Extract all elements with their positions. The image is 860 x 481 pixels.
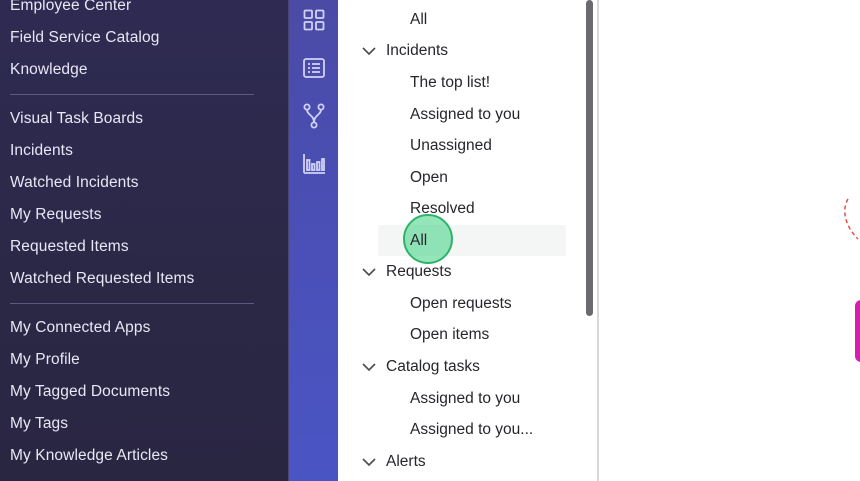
tree-group-requests[interactable]: Requests bbox=[386, 263, 451, 281]
main-content-area bbox=[599, 0, 860, 481]
nav-item-my-requests[interactable]: My Requests bbox=[10, 206, 102, 224]
nav-item-my-tags[interactable]: My Tags bbox=[10, 415, 68, 433]
nav-item-knowledge[interactable]: Knowledge bbox=[10, 61, 88, 79]
tree-item-open-requests[interactable]: Open requests bbox=[410, 295, 512, 313]
tree-item-catalog-assigned-to-you-more[interactable]: Assigned to you... bbox=[410, 421, 533, 439]
tree-item-open-items[interactable]: Open items bbox=[410, 326, 489, 344]
icon-rail bbox=[289, 0, 338, 481]
chevron-down-icon[interactable] bbox=[362, 362, 376, 372]
tree-item-top-list[interactable]: The top list! bbox=[410, 74, 490, 92]
nav-item-my-profile[interactable]: My Profile bbox=[10, 351, 80, 369]
list-icon[interactable] bbox=[300, 54, 328, 82]
nav-item-visual-task-boards[interactable]: Visual Task Boards bbox=[10, 110, 143, 128]
bar-chart-icon[interactable] bbox=[300, 150, 328, 178]
tree-group-catalog-tasks[interactable]: Catalog tasks bbox=[386, 358, 480, 376]
nav-item-requested-items[interactable]: Requested Items bbox=[10, 238, 129, 256]
grid-icon[interactable] bbox=[300, 6, 328, 34]
nav-item-my-tagged-documents[interactable]: My Tagged Documents bbox=[10, 383, 170, 401]
nav-divider bbox=[10, 303, 254, 304]
nav-divider bbox=[10, 94, 254, 95]
nav-item-watched-requested-items[interactable]: Watched Requested Items bbox=[10, 270, 194, 288]
tree-item-catalog-assigned-to-you[interactable]: Assigned to you bbox=[410, 390, 520, 408]
decorative-arc bbox=[844, 198, 859, 240]
tree-item-open[interactable]: Open bbox=[410, 169, 448, 187]
left-navigation-panel: Employee Center Field Service Catalog Kn… bbox=[0, 0, 289, 481]
chevron-down-icon[interactable] bbox=[362, 267, 376, 277]
tree-item-all-top[interactable]: All bbox=[410, 11, 427, 29]
nav-item-field-service-catalog[interactable]: Field Service Catalog bbox=[10, 29, 159, 47]
tree-item-assigned-to-you[interactable]: Assigned to you bbox=[410, 106, 520, 124]
tree-group-incidents[interactable]: Incidents bbox=[386, 42, 448, 60]
tree-item-unassigned[interactable]: Unassigned bbox=[410, 137, 492, 155]
workflow-icon[interactable] bbox=[300, 102, 328, 130]
nav-item-incidents[interactable]: Incidents bbox=[10, 142, 73, 160]
nav-item-employee-center[interactable]: Employee Center bbox=[10, 0, 131, 15]
decorative-shape bbox=[855, 300, 860, 362]
nav-item-my-connected-apps[interactable]: My Connected Apps bbox=[10, 319, 150, 337]
chevron-down-icon[interactable] bbox=[362, 46, 376, 56]
tree-scrollbar[interactable] bbox=[586, 0, 593, 316]
tree-item-incidents-all[interactable]: All bbox=[410, 232, 427, 250]
nav-item-my-knowledge-articles[interactable]: My Knowledge Articles bbox=[10, 447, 168, 465]
chevron-down-icon[interactable] bbox=[362, 457, 376, 467]
nav-item-watched-incidents[interactable]: Watched Incidents bbox=[10, 174, 139, 192]
tree-group-alerts[interactable]: Alerts bbox=[386, 453, 426, 471]
